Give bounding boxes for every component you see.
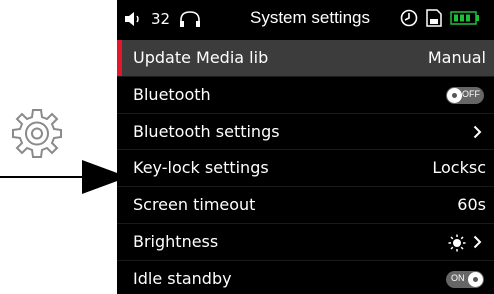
setting-bluetooth-settings[interactable]: Bluetooth settings	[117, 114, 494, 151]
status-left-group: 32	[125, 10, 202, 28]
setting-label: Bluetooth settings	[133, 121, 280, 141]
setting-update-media[interactable]: Update Media lib Manual	[117, 40, 494, 77]
screen-title: System settings	[250, 8, 370, 27]
toggle-knob	[447, 87, 462, 103]
toggle-state-text: OFF	[462, 88, 480, 99]
setting-label: Screen timeout	[133, 195, 256, 215]
setting-label: Key-lock settings	[133, 158, 269, 178]
bluetooth-toggle[interactable]: OFF	[446, 86, 484, 104]
setting-brightness[interactable]: Brightness	[117, 224, 494, 261]
setting-idle-standby[interactable]: Idle standby ON	[117, 261, 494, 294]
setting-bluetooth[interactable]: Bluetooth OFF	[117, 77, 494, 114]
setting-value: Locksc	[432, 158, 486, 178]
settings-list: Update Media lib Manual Bluetooth OFF Bl…	[117, 40, 494, 294]
sun-icon	[448, 234, 466, 252]
toggle-knob	[468, 271, 483, 287]
device-screen: 32 System settings Update Media lib Manu…	[117, 0, 494, 294]
idle-standby-toggle[interactable]: ON	[446, 270, 484, 288]
chevron-right-icon	[473, 235, 482, 249]
setting-screen-timeout[interactable]: Screen timeout 60s	[117, 187, 494, 224]
arrow-icon	[0, 160, 128, 194]
speaker-icon	[125, 12, 139, 26]
setting-key-lock[interactable]: Key-lock settings Locksc	[117, 150, 494, 188]
headphones-icon	[180, 11, 201, 27]
setting-label: Brightness	[133, 231, 219, 251]
toggle-state-text: ON	[451, 272, 465, 283]
sd-card-icon	[426, 9, 442, 27]
volume-level: 32	[151, 10, 171, 28]
clock-icon	[400, 9, 418, 27]
chevron-right-icon	[473, 125, 482, 138]
setting-value: Manual	[427, 48, 486, 67]
setting-value: 60s	[457, 195, 486, 215]
status-right-group	[400, 9, 480, 27]
selection-indicator	[117, 40, 122, 76]
setting-label: Idle standby	[133, 268, 232, 288]
setting-label: Update Media lib	[133, 48, 269, 67]
status-bar: 32 System settings	[117, 0, 494, 37]
setting-label: Bluetooth	[133, 84, 211, 104]
battery-icon	[450, 11, 479, 25]
